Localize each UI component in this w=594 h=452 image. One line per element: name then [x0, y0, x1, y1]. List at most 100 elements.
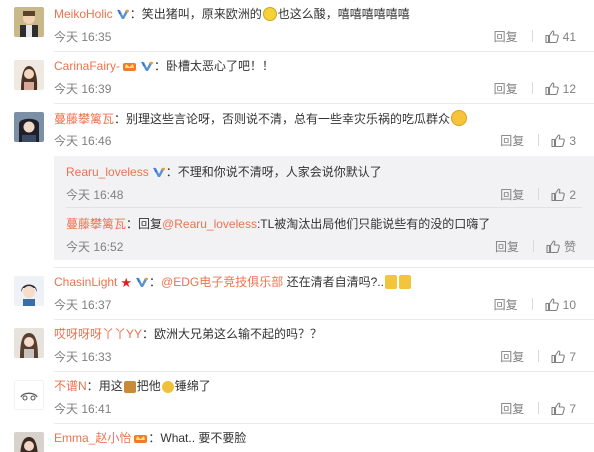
avatar[interactable]: [14, 7, 44, 37]
reply-button[interactable]: 回复: [494, 298, 518, 312]
thumbs-up-icon[interactable]: [545, 82, 559, 95]
cheers-emoji-icon: [384, 275, 397, 289]
comment-text: 卧槽太恶心了吧！！: [166, 59, 275, 73]
reply-thread: Rearu_loveless ：不理和你说不清呀，人家会说你默认了 今天 16:4…: [54, 156, 594, 260]
comment-actions: 回复 3: [500, 132, 576, 149]
like-label[interactable]: 赞: [564, 240, 576, 254]
member-crown-icon: [133, 432, 148, 444]
divider: [532, 240, 534, 252]
colon: ：: [142, 327, 155, 341]
comment-item: Emma_赵小怡 ：What.. 要不要脸: [0, 424, 594, 452]
comment-text: 用这: [98, 379, 123, 393]
username-link[interactable]: 不谱N: [54, 379, 87, 393]
comment-actions: 回复 7: [500, 348, 576, 365]
like-count[interactable]: 2: [569, 188, 576, 202]
comment-actions: 回复 7: [500, 400, 576, 417]
username-link[interactable]: Rearu_loveless: [66, 165, 149, 179]
reply-button[interactable]: 回复: [494, 82, 518, 96]
timestamp: 今天 16:48: [66, 188, 124, 202]
reply-line: Rearu_loveless ：不理和你说不清呀，人家会说你默认了: [66, 164, 382, 180]
reply-button[interactable]: 回复: [495, 240, 519, 254]
username-link[interactable]: CarinaFairy-: [54, 59, 120, 73]
divider: [531, 298, 533, 310]
timestamp: 今天 16:52: [66, 240, 124, 254]
avatar[interactable]: [14, 60, 44, 90]
reply-button[interactable]: 回复: [500, 402, 524, 416]
thumbs-up-icon[interactable]: [551, 350, 565, 363]
timestamp: 今天 16:35: [54, 30, 112, 44]
thumbs-up-icon[interactable]: [545, 298, 559, 311]
avatar[interactable]: [14, 328, 44, 358]
fist-emoji-icon: [161, 381, 174, 393]
thumbs-up-icon[interactable]: [551, 188, 565, 201]
avatar[interactable]: [14, 112, 44, 142]
like-count[interactable]: 3: [569, 134, 576, 148]
comment-text: What.. 要不要脸: [160, 431, 247, 445]
divider: [531, 82, 533, 94]
divider: [538, 188, 540, 200]
comment-actions: 回复 12: [494, 80, 576, 97]
reply-button[interactable]: 回复: [500, 188, 524, 202]
comment-text-end: 锤绵了: [174, 379, 211, 393]
timestamp: 今天 16:33: [54, 350, 112, 364]
vip-badge-icon: [135, 276, 149, 288]
like-count[interactable]: 10: [563, 298, 576, 312]
avatar[interactable]: [14, 432, 44, 452]
colon: ：: [114, 112, 127, 126]
lemon-emoji-icon: [262, 7, 277, 21]
colon: ：: [154, 59, 167, 73]
divider: [538, 350, 540, 362]
divider: [538, 402, 540, 414]
comment-line: 哎呀呀呀丫丫YY：欧洲大兄弟这么输不起的吗？？: [54, 326, 322, 342]
username-link[interactable]: 哎呀呀呀丫丫YY: [54, 327, 142, 341]
colon: ：: [165, 165, 178, 179]
reply-button[interactable]: 回复: [500, 134, 524, 148]
comment-actions: 回复 41: [494, 28, 576, 45]
reply-actions: 回复 赞: [495, 238, 576, 255]
timestamp: 今天 16:39: [54, 82, 112, 96]
reply-line: 蔓藤攀篱瓦：回复@Rearu_loveless:TL被淘汰出局他们只能说些有的没…: [66, 216, 490, 232]
username-link[interactable]: MeikoHolic: [54, 7, 113, 21]
colon: ：: [129, 7, 142, 21]
timestamp: 今天 16:41: [54, 402, 112, 416]
vip-badge-icon: [116, 8, 130, 20]
avatar[interactable]: [14, 276, 44, 306]
mention-link[interactable]: @EDG电子竞技俱乐部: [161, 275, 283, 289]
timestamp: 今天 16:37: [54, 298, 112, 312]
username-link[interactable]: 蔓藤攀篱瓦: [66, 217, 126, 231]
mention-link[interactable]: @Rearu_loveless: [162, 217, 257, 231]
comment-item: CarinaFairy- ：卧槽太恶心了吧！！ 今天 16:39 回复 12: [0, 52, 594, 104]
comment-text: 欧洲大兄弟这么输不起的吗？？: [154, 327, 323, 341]
thumbs-up-icon[interactable]: [545, 30, 559, 43]
timestamp: 今天 16:46: [54, 134, 112, 148]
colon: ：: [86, 379, 99, 393]
comment-line: 不谱N：用这 把他 锤绵了: [54, 378, 211, 394]
thumbs-up-icon[interactable]: [551, 402, 565, 415]
like-count[interactable]: 12: [563, 82, 576, 96]
heart-icon: ★: [120, 275, 133, 290]
smug-face-emoji-icon: [451, 110, 468, 126]
comment-line: CarinaFairy- ：卧槽太恶心了吧！！: [54, 58, 274, 74]
cheers-emoji-icon: [398, 275, 411, 289]
like-count[interactable]: 41: [563, 30, 576, 44]
reply-item: Rearu_loveless ：不理和你说不清呀，人家会说你默认了 今天 16:4…: [54, 156, 594, 208]
thumbs-up-icon[interactable]: [551, 134, 565, 147]
comment-text: 还在清者自清吗?..: [283, 275, 384, 289]
username-link[interactable]: ChasinLight: [54, 275, 117, 289]
vip-badge-icon: [140, 60, 154, 72]
username-link[interactable]: Emma_赵小怡: [54, 431, 131, 445]
reply-button[interactable]: 回复: [500, 350, 524, 364]
like-count[interactable]: 7: [569, 402, 576, 416]
comment-item: 蔓藤攀篱瓦：别理这些言论呀，否则说不清，总有一些幸灾乐祸的吃瓜群众 今天 16:…: [0, 104, 594, 268]
like-count[interactable]: 7: [569, 350, 576, 364]
username-link[interactable]: 蔓藤攀篱瓦: [54, 112, 114, 126]
reply-button[interactable]: 回复: [494, 30, 518, 44]
comment-line: 蔓藤攀篱瓦：别理这些言论呀，否则说不清，总有一些幸灾乐祸的吃瓜群众: [54, 110, 468, 127]
comment-text-continued: 也这么酸，嘻嘻嘻嘻嘻嘻: [277, 7, 410, 21]
avatar[interactable]: [14, 380, 44, 410]
thumbs-up-icon[interactable]: [546, 240, 560, 253]
reply-actions: 回复 2: [500, 186, 576, 203]
comment-text-continued: 把他: [136, 379, 161, 393]
comment-actions: 回复 10: [494, 296, 576, 313]
colon: ：: [149, 275, 162, 289]
